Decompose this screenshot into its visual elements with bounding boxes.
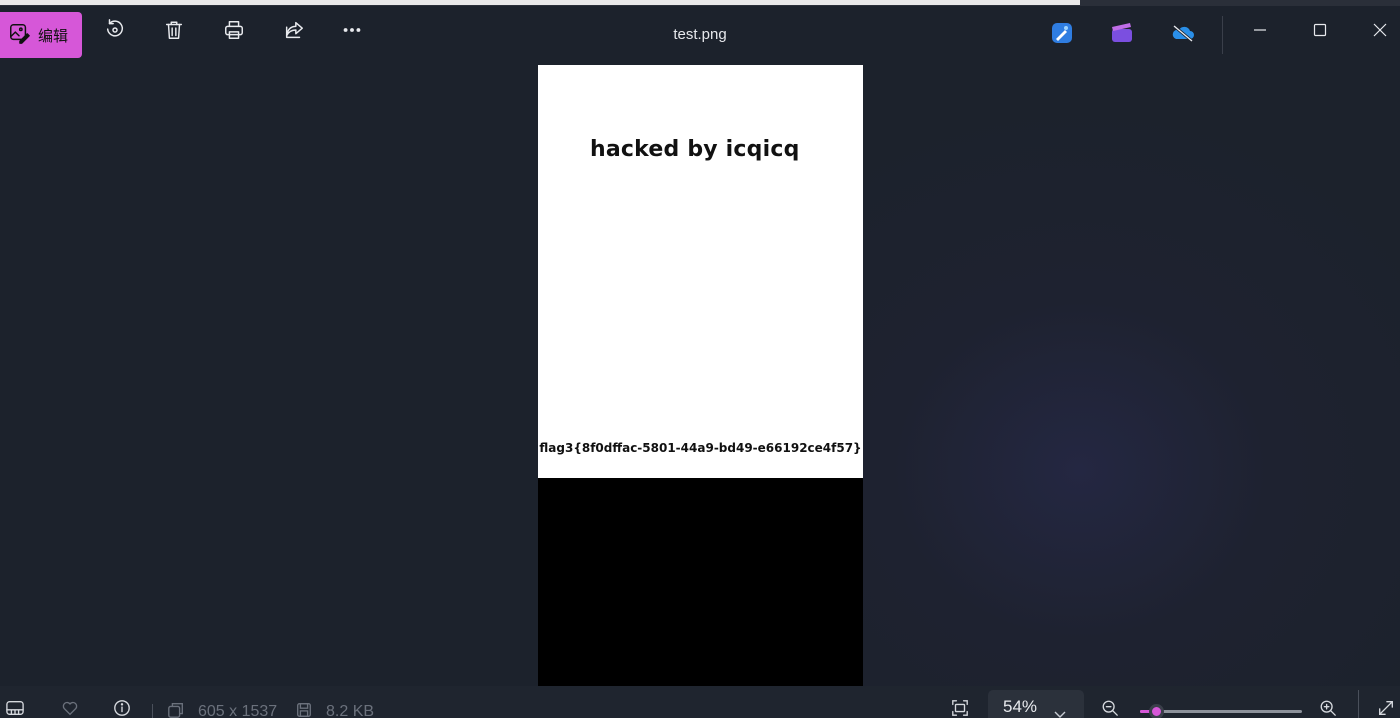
share-button[interactable] [282,20,306,44]
delete-icon [163,19,185,46]
minimize-button[interactable] [1248,20,1272,44]
zoom-level-value: 54% [1003,697,1038,716]
top-toolbar: 编辑 test.png [0,6,1400,64]
edit-button[interactable]: 编辑 [0,12,82,58]
zoom-out-button[interactable] [1100,700,1120,718]
rotate-button[interactable] [103,18,127,46]
fit-to-window-button[interactable] [950,699,970,718]
zoom-in-icon [1319,699,1337,718]
image-heading-text: hacked by icqicq [590,137,800,162]
print-button[interactable] [222,20,246,44]
share-icon [283,19,305,46]
background-window-edge [0,0,1080,5]
status-divider-right [1358,690,1359,718]
zoom-in-button[interactable] [1318,700,1338,718]
favorite-button[interactable] [60,700,80,718]
photos-app-window: 编辑 test.png hacked by icqicq flag3{8f0df… [0,0,1400,718]
dimensions-icon [166,700,186,718]
zoom-slider-thumb[interactable] [1149,704,1165,718]
minimize-icon [1253,23,1267,42]
toolbar-divider [1222,16,1223,54]
chevron-down-icon [1054,704,1066,718]
maximize-icon [1313,23,1327,42]
onedrive-app-button[interactable] [1170,21,1194,45]
zoom-out-icon [1101,699,1119,718]
fullscreen-button[interactable] [1376,700,1396,718]
clipchamp-app-button[interactable] [1110,21,1134,45]
designer-app-button[interactable] [1050,21,1074,45]
bottom-status-bar: 605 x 1537 8.2 KB 54% [0,686,1400,718]
status-divider [152,704,153,718]
rotate-icon [104,18,126,46]
file-info-button[interactable] [112,699,132,718]
image-flag-text: flag3{8f0dffac-5801-44a9-bd49-e66192ce4f… [539,441,862,455]
edit-image-icon [8,22,30,48]
file-size: 8.2 KB [326,703,375,718]
maximize-button[interactable] [1308,20,1332,44]
edit-button-label: 编辑 [38,27,69,45]
filmstrip-button[interactable] [5,700,25,718]
clipchamp-icon [1110,23,1134,49]
onedrive-icon [1170,24,1196,49]
fit-window-icon [951,699,969,718]
file-name-title: test.png [673,26,727,43]
delete-button[interactable] [162,20,186,44]
more-options-button[interactable] [340,20,364,44]
more-icon [341,19,363,46]
print-icon [223,19,245,46]
filmstrip-icon [6,699,24,718]
expand-icon [1377,699,1395,718]
designer-icon [1050,23,1074,49]
image-white-region: hacked by icqicq flag3{8f0dffac-5801-44a… [538,65,863,478]
zoom-slider[interactable] [1140,704,1302,718]
image-dimensions: 605 x 1537 [198,703,278,718]
close-button[interactable] [1368,20,1392,44]
heart-icon [61,699,79,718]
file-size-icon [294,700,314,718]
close-icon [1373,23,1387,42]
zoom-level-dropdown[interactable]: 54% [988,690,1084,718]
image-canvas[interactable]: hacked by icqicq flag3{8f0dffac-5801-44a… [538,65,863,686]
info-icon [113,699,131,718]
